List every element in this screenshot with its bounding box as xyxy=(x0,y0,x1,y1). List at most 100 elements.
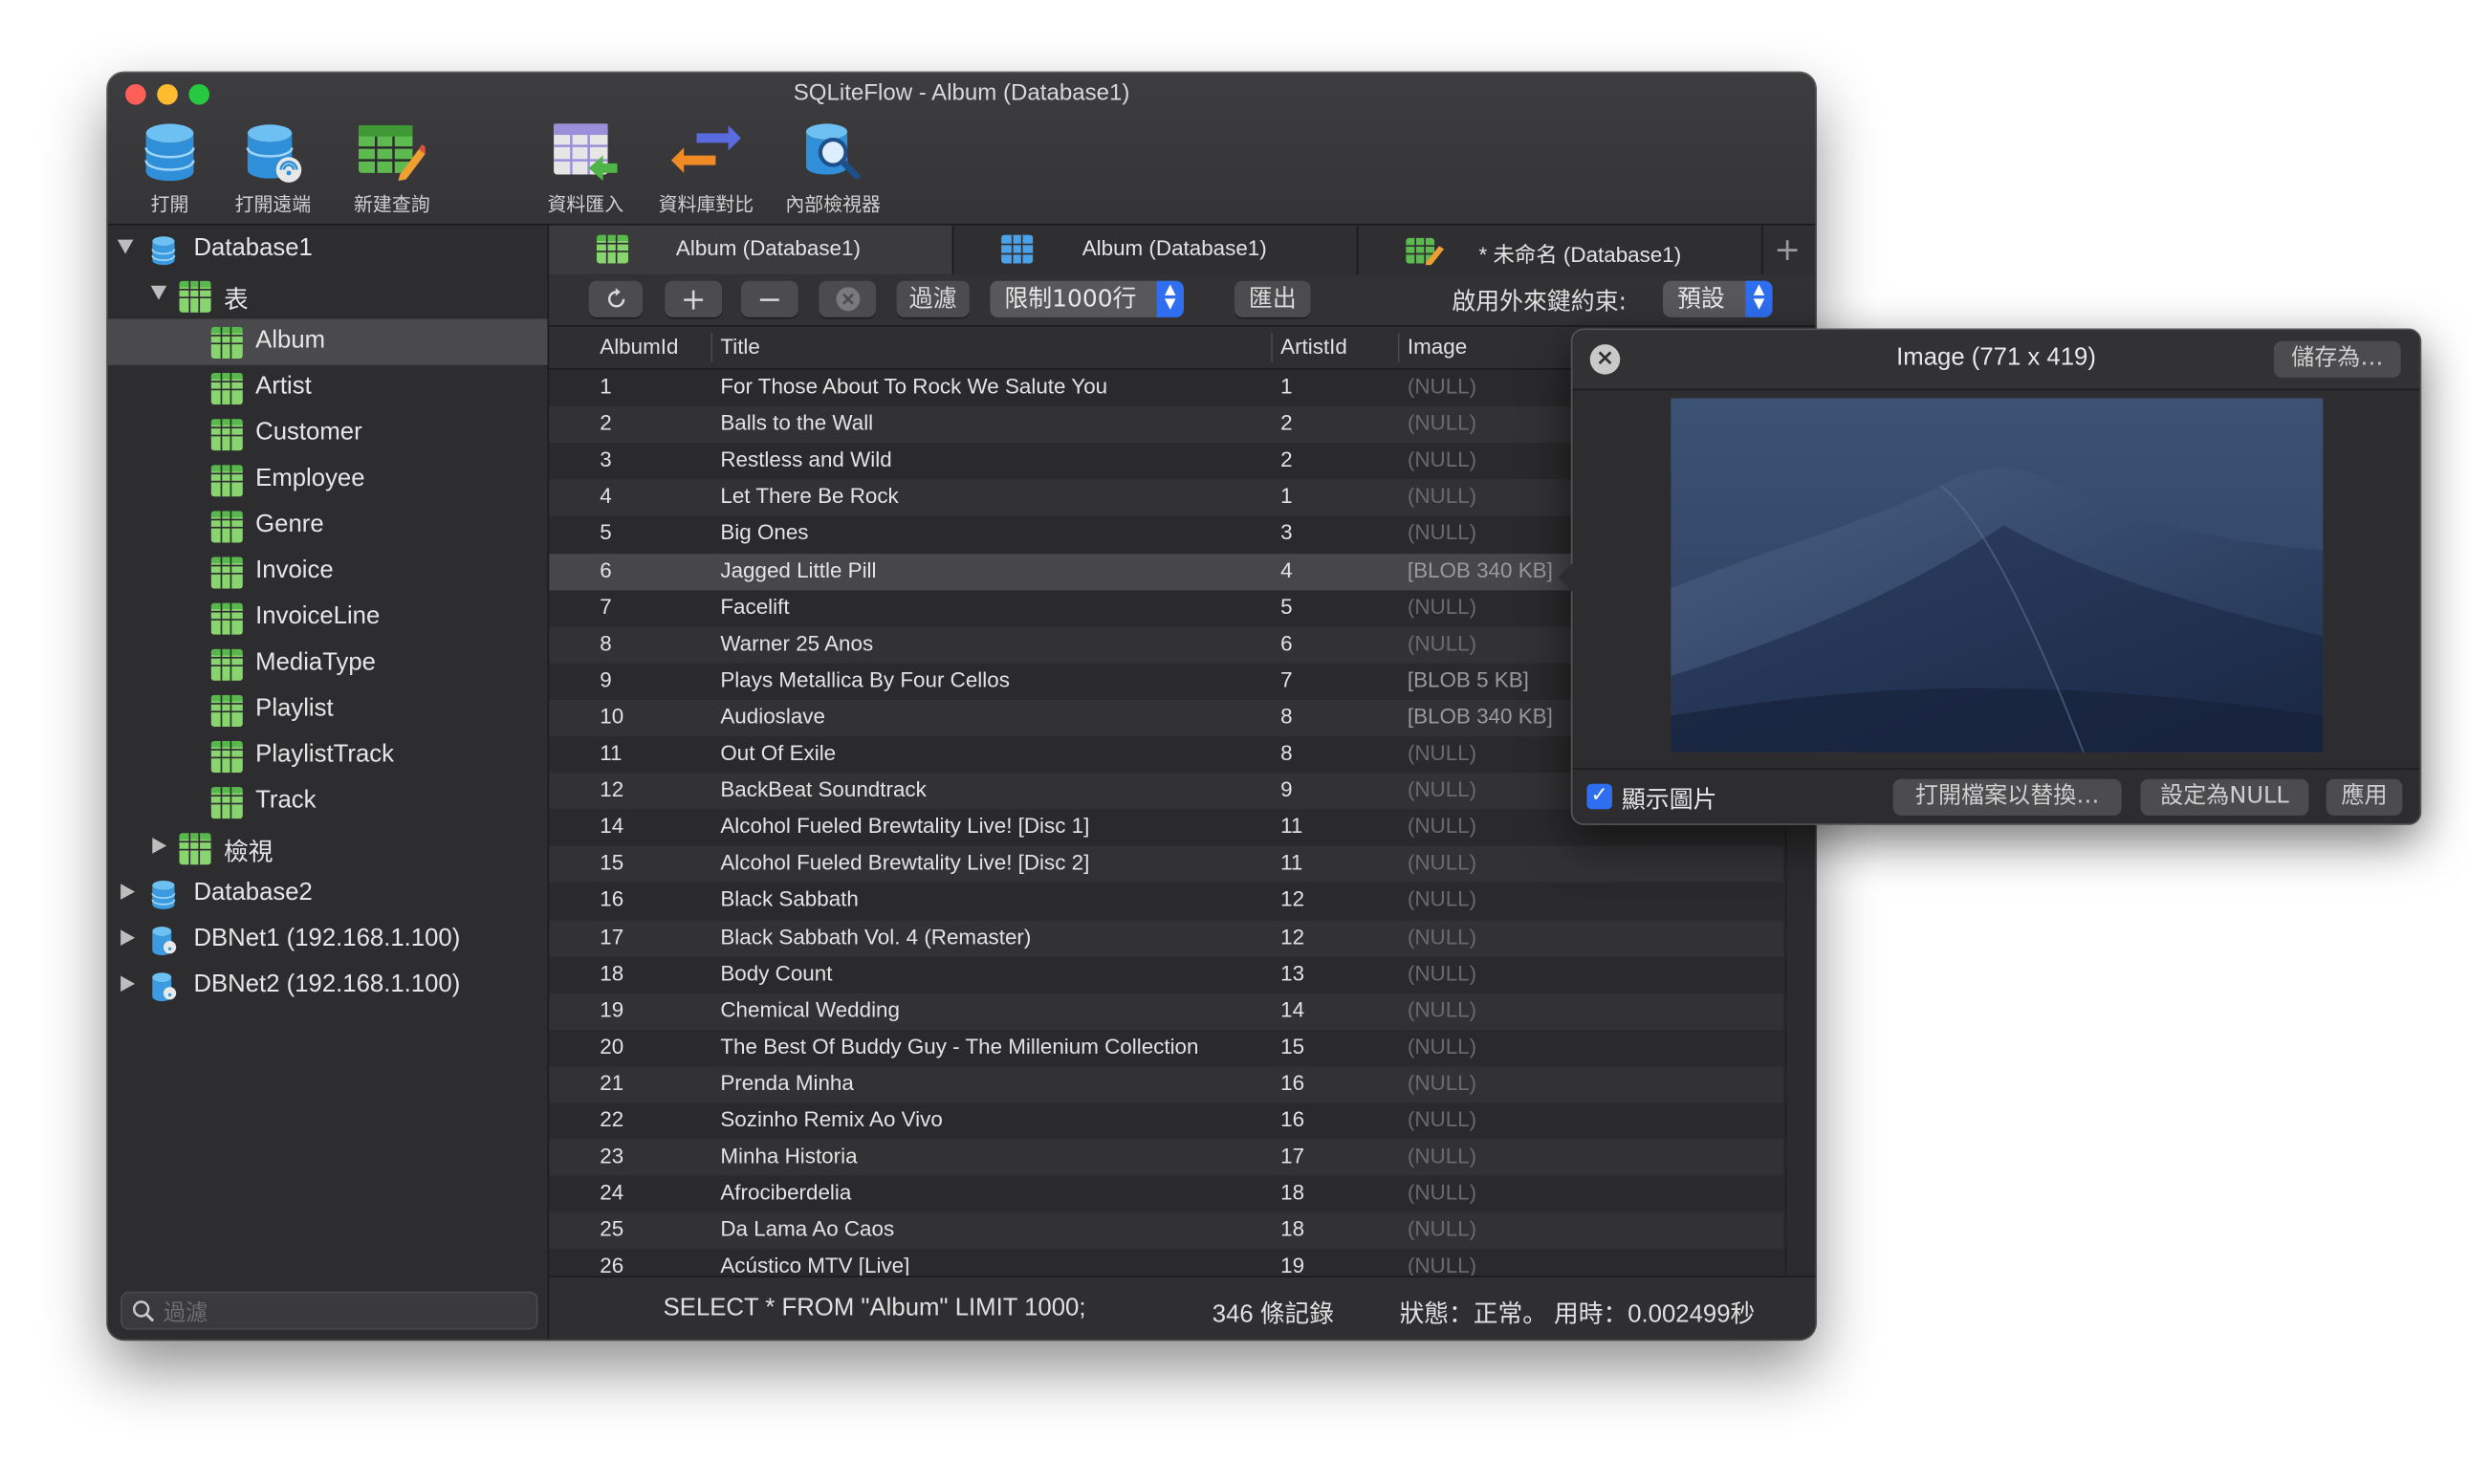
cell-albumid[interactable]: 5 xyxy=(600,521,611,545)
cell-artistid[interactable]: 17 xyxy=(1280,1145,1304,1168)
cell-artistid[interactable]: 16 xyxy=(1280,1107,1304,1131)
open-button[interactable]: 打開 xyxy=(130,120,209,216)
cell-albumid[interactable]: 4 xyxy=(600,485,611,509)
cell-artistid[interactable]: 2 xyxy=(1280,411,1292,435)
tree-table-customer[interactable]: Customer xyxy=(108,411,548,457)
delete-row-button[interactable] xyxy=(740,280,798,317)
tree-table-artist[interactable]: Artist xyxy=(108,365,548,411)
cell-artistid[interactable]: 8 xyxy=(1280,705,1292,729)
cell-title[interactable]: Body Count xyxy=(720,961,832,985)
cell-albumid[interactable]: 11 xyxy=(600,741,622,765)
cell-artistid[interactable]: 15 xyxy=(1280,1035,1304,1058)
tab-album-2[interactable]: Album (Database1) xyxy=(953,225,1359,275)
cell-image[interactable]: (NULL) xyxy=(1408,447,1476,471)
disclosure-open-icon[interactable] xyxy=(150,285,167,300)
tree-table-track[interactable]: Track xyxy=(108,779,548,825)
tree-database1[interactable]: Database1 xyxy=(108,227,548,273)
cell-title[interactable]: Minha Historia xyxy=(720,1145,857,1168)
cell-albumid[interactable]: 25 xyxy=(600,1217,623,1241)
cell-artistid[interactable]: 19 xyxy=(1280,1255,1304,1277)
cell-albumid[interactable]: 12 xyxy=(600,777,623,801)
row-limit-select[interactable]: 限制1000行 ▲ ▼ xyxy=(990,280,1184,317)
cell-artistid[interactable]: 6 xyxy=(1280,631,1292,655)
cell-albumid[interactable]: 9 xyxy=(600,667,611,691)
data-import-button[interactable]: 資料匯入 xyxy=(539,120,631,216)
cell-image[interactable]: (NULL) xyxy=(1408,411,1476,435)
inspector-button[interactable]: 內部檢視器 xyxy=(777,120,888,216)
tree-table-employee[interactable]: Employee xyxy=(108,457,548,503)
cell-image[interactable]: (NULL) xyxy=(1408,631,1476,655)
foreign-key-select[interactable]: 預設 ▲ ▼ xyxy=(1663,280,1773,317)
column-header-image[interactable]: Image xyxy=(1408,335,1467,359)
cell-artistid[interactable]: 12 xyxy=(1280,925,1304,949)
cell-title[interactable]: The Best Of Buddy Guy - The Millenium Co… xyxy=(720,1035,1198,1058)
tree-dbnet2[interactable]: DBNet2 (192.168.1.100) xyxy=(108,963,548,1009)
table-row[interactable]: 15 Alcohol Fueled Brewtality Live! [Disc … xyxy=(549,845,1784,884)
column-header-title[interactable]: Title xyxy=(720,335,760,359)
tab-untitled-query[interactable]: * 未命名 (Database1) xyxy=(1358,225,1763,275)
cell-title[interactable]: Restless and Wild xyxy=(720,447,891,471)
cell-artistid[interactable]: 18 xyxy=(1280,1181,1304,1205)
cell-image[interactable]: (NULL) xyxy=(1408,815,1476,839)
open-file-replace-button[interactable]: 打開檔案以替換… xyxy=(1892,778,2122,816)
table-row[interactable]: 19 Chemical Wedding 14 (NULL) xyxy=(549,993,1784,1030)
cell-title[interactable]: Afrociberdelia xyxy=(720,1181,851,1205)
cell-artistid[interactable]: 3 xyxy=(1280,521,1292,545)
save-as-button[interactable]: 儲存為… xyxy=(2273,340,2401,378)
cell-image[interactable]: [BLOB 5 KB] xyxy=(1408,667,1529,691)
tree-views-group[interactable]: 檢視 xyxy=(108,825,548,871)
cell-albumid[interactable]: 1 xyxy=(600,375,611,399)
cell-albumid[interactable]: 23 xyxy=(600,1145,623,1168)
tab-album-1[interactable]: Album (Database1) xyxy=(549,225,954,275)
cell-albumid[interactable]: 16 xyxy=(600,887,623,911)
tree-table-album[interactable]: Album xyxy=(107,318,548,365)
table-row[interactable]: 16 Black Sabbath 12 (NULL) xyxy=(549,883,1783,919)
table-row[interactable]: 26 Acústico MTV [Live] 19 (NULL) xyxy=(549,1250,1783,1277)
cell-title[interactable]: Alcohol Fueled Brewtality Live! [Disc 2] xyxy=(720,851,1089,875)
column-header-artistid[interactable]: ArtistId xyxy=(1280,335,1347,359)
database-compare-button[interactable]: 資料庫對比 xyxy=(650,120,761,216)
cell-title[interactable]: Big Ones xyxy=(720,521,808,545)
cell-albumid[interactable]: 2 xyxy=(600,411,611,435)
table-row[interactable]: 20 The Best Of Buddy Guy - The Millenium … xyxy=(549,1030,1783,1066)
disclosure-closed-icon[interactable] xyxy=(120,929,136,947)
disclosure-open-icon[interactable] xyxy=(117,239,134,254)
cancel-edits-button[interactable] xyxy=(819,280,876,317)
cell-title[interactable]: Chemical Wedding xyxy=(720,997,900,1021)
cell-artistid[interactable]: 11 xyxy=(1280,851,1302,875)
table-row[interactable]: 24 Afrociberdelia 18 (NULL) xyxy=(549,1176,1783,1212)
new-query-button[interactable]: 新建查詢 xyxy=(346,120,438,216)
cell-title[interactable]: Black Sabbath xyxy=(720,887,858,911)
cell-albumid[interactable]: 22 xyxy=(600,1107,623,1131)
tree-table-playlist[interactable]: Playlist xyxy=(108,687,548,733)
cell-image[interactable]: (NULL) xyxy=(1408,887,1476,911)
cell-title[interactable]: Let There Be Rock xyxy=(720,485,898,509)
cell-image[interactable]: (NULL) xyxy=(1408,961,1476,985)
table-row[interactable]: 17 Black Sabbath Vol. 4 (Remaster) 12 (NULL… xyxy=(549,919,1784,956)
cell-artistid[interactable]: 12 xyxy=(1280,887,1304,911)
cell-title[interactable]: Sozinho Remix Ao Vivo xyxy=(720,1107,942,1131)
tree-table-mediatype[interactable]: MediaType xyxy=(108,641,548,687)
cell-image[interactable]: (NULL) xyxy=(1408,851,1476,875)
cell-title[interactable]: For Those About To Rock We Salute You xyxy=(720,375,1107,399)
add-row-button[interactable] xyxy=(665,280,723,317)
refresh-button[interactable] xyxy=(588,280,644,317)
cell-artistid[interactable]: 5 xyxy=(1280,595,1292,619)
cell-artistid[interactable]: 4 xyxy=(1280,557,1292,581)
cell-albumid[interactable]: 8 xyxy=(600,631,611,655)
tree-tables-group[interactable]: 表 xyxy=(108,273,548,318)
filter-button[interactable]: 過濾 xyxy=(896,280,970,317)
cell-albumid[interactable]: 17 xyxy=(600,925,623,949)
cell-image[interactable]: (NULL) xyxy=(1408,777,1476,801)
cell-title[interactable]: Jagged Little Pill xyxy=(720,557,876,581)
cell-image[interactable]: (NULL) xyxy=(1408,925,1476,949)
cell-albumid[interactable]: 3 xyxy=(600,447,611,471)
cell-albumid[interactable]: 7 xyxy=(600,595,611,619)
cell-albumid[interactable]: 6 xyxy=(600,557,611,581)
tree-table-genre[interactable]: Genre xyxy=(108,503,548,549)
disclosure-closed-icon[interactable] xyxy=(120,975,136,993)
table-row[interactable]: 25 Da Lama Ao Caos 18 (NULL) xyxy=(549,1212,1784,1250)
cell-image[interactable]: (NULL) xyxy=(1408,1255,1476,1277)
table-row[interactable]: 21 Prenda Minha 16 (NULL) xyxy=(549,1065,1784,1103)
cell-image[interactable]: [BLOB 340 KB] xyxy=(1408,705,1553,729)
